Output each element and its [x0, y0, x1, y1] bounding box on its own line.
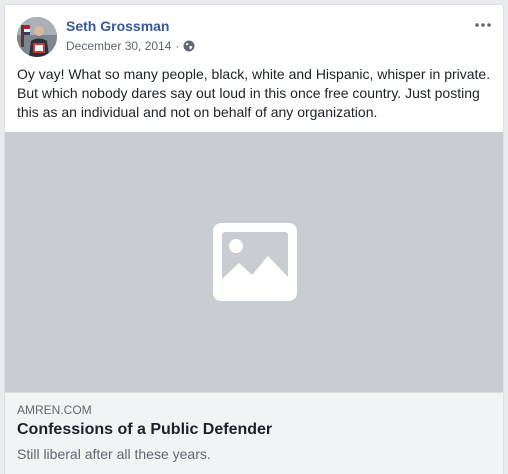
globe-icon[interactable]: [183, 40, 195, 52]
post-date[interactable]: December 30, 2014: [66, 39, 171, 53]
post-header: Seth Grossman December 30, 2014 ·: [5, 5, 503, 61]
post-text: Oy vay! What so many people, black, whit…: [17, 66, 491, 120]
link-preview-meta[interactable]: AMREN.COM Confessions of a Public Defend…: [5, 392, 503, 474]
post-card: Seth Grossman December 30, 2014 · Oy vay…: [4, 4, 504, 474]
link-description: Still liberal after all these years.: [17, 446, 211, 462]
more-options-icon[interactable]: [473, 15, 493, 35]
link-title[interactable]: Confessions of a Public Defender: [17, 421, 272, 439]
link-preview-image[interactable]: [5, 132, 503, 392]
image-placeholder-icon: [213, 223, 297, 301]
meta-separator: ·: [175, 39, 180, 53]
avatar-photo: [17, 17, 57, 57]
author-name[interactable]: Seth Grossman: [66, 18, 169, 34]
post-meta: December 30, 2014 ·: [66, 39, 195, 53]
link-domain: AMREN.COM: [17, 403, 92, 417]
author-avatar[interactable]: [17, 17, 57, 57]
